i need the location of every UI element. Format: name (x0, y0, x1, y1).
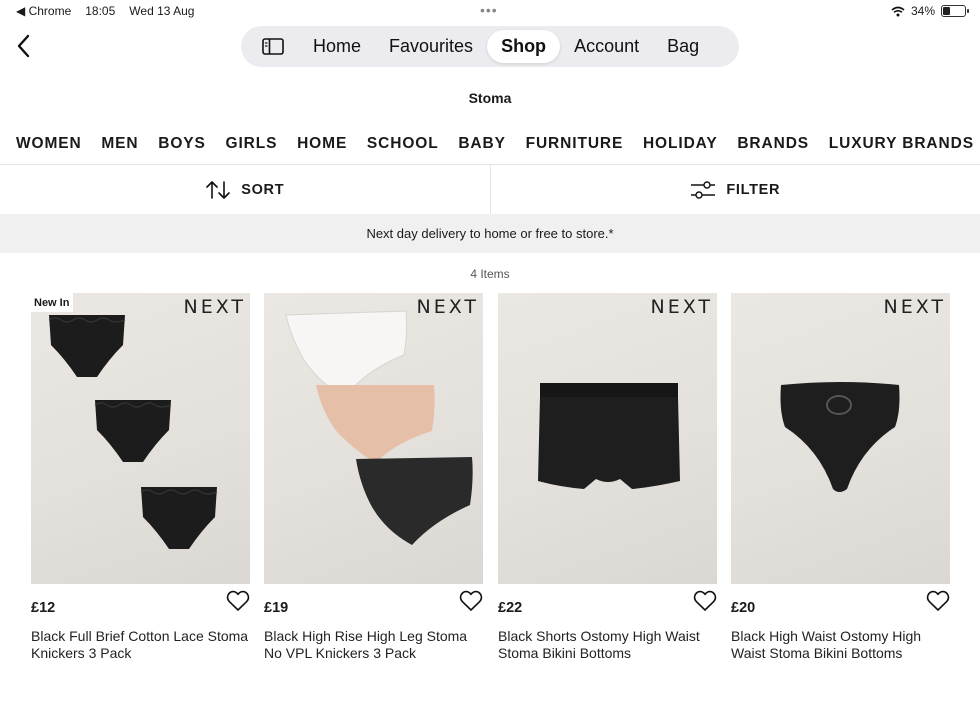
brand-logo: NEXT (883, 296, 946, 318)
product-price: £12 (31, 600, 56, 616)
item-count: 4 Items (470, 267, 510, 281)
tab-bag[interactable]: Bag (653, 30, 713, 63)
tab-account[interactable]: Account (560, 30, 653, 63)
filter-button[interactable]: FILTER (491, 165, 980, 214)
main-tab-bar: Home Favourites Shop Account Bag (241, 26, 739, 67)
product-price: £19 (264, 600, 289, 616)
product-card[interactable]: NEXT £19 Black High Rise High Leg Stoma … (264, 293, 483, 662)
heart-icon[interactable] (459, 590, 483, 612)
product-photo-shorts-bottoms (538, 383, 680, 489)
category-luxury-brands[interactable]: LUXURY BRANDS (829, 135, 974, 153)
category-home[interactable]: HOME (297, 135, 347, 153)
category-boys[interactable]: BOYS (158, 135, 206, 153)
battery-level-fill (943, 7, 950, 15)
tab-shop[interactable]: Shop (487, 30, 561, 63)
sort-label: SORT (241, 181, 285, 198)
product-image[interactable]: NEXT New In (31, 293, 250, 584)
category-school[interactable]: SCHOOL (367, 135, 439, 153)
category-baby[interactable]: BABY (458, 135, 506, 153)
category-women[interactable]: WOMEN (16, 135, 82, 153)
page-title: Stoma (468, 90, 512, 106)
brand-logo: NEXT (183, 296, 246, 318)
product-name[interactable]: Black High Waist Ostomy High Waist Stoma… (731, 628, 950, 662)
category-furniture[interactable]: FURNITURE (526, 135, 624, 153)
sidebar-icon (262, 38, 284, 55)
category-men[interactable]: MEN (101, 135, 138, 153)
battery-percent: 34% (910, 4, 935, 18)
product-name[interactable]: Black Shorts Ostomy High Waist Stoma Bik… (498, 628, 717, 662)
product-image[interactable]: NEXT (498, 293, 717, 584)
heart-icon[interactable] (226, 590, 250, 612)
product-card[interactable]: NEXT £22 Black Shorts Ostomy High Waist … (498, 293, 717, 662)
brand-logo: NEXT (650, 296, 713, 318)
status-bar: ◀ Chrome 18:05 Wed 13 Aug ••• 34% (0, 0, 980, 22)
product-card[interactable]: NEXT New In £12 Black Full Brief Cotton … (31, 293, 250, 662)
multitasking-dots-icon[interactable]: ••• (480, 2, 498, 18)
status-date: Wed 13 Aug (129, 4, 195, 18)
product-photo-full-brief-3-pack (48, 315, 218, 549)
tab-home[interactable]: Home (299, 30, 375, 63)
product-name[interactable]: Black High Rise High Leg Stoma No VPL Kn… (264, 628, 483, 662)
sort-button[interactable]: SORT (0, 165, 491, 214)
chevron-left-icon[interactable] (14, 32, 34, 60)
sort-arrows-icon (206, 180, 231, 199)
filter-label: FILTER (726, 181, 781, 198)
category-brands[interactable]: BRANDS (737, 135, 809, 153)
status-time: 18:05 (85, 4, 116, 18)
category-girls[interactable]: GIRLS (225, 135, 277, 153)
sidebar-toggle-button[interactable] (247, 30, 299, 63)
heart-icon[interactable] (693, 590, 717, 612)
delivery-banner[interactable]: Next day delivery to home or free to sto… (0, 214, 980, 253)
sliders-icon (691, 180, 716, 199)
category-nav: WOMEN MEN BOYS GIRLS HOME SCHOOL BABY FU… (16, 135, 974, 153)
tab-favourites[interactable]: Favourites (375, 30, 487, 63)
product-price: £20 (731, 600, 756, 616)
product-photo-high-leg-3-pack (285, 310, 473, 545)
product-price: £22 (498, 600, 523, 616)
wifi-icon (891, 6, 905, 16)
new-in-badge: New In (31, 293, 74, 312)
battery-icon (941, 5, 969, 17)
heart-icon[interactable] (926, 590, 950, 612)
category-holiday[interactable]: HOLIDAY (643, 135, 718, 153)
product-image[interactable]: NEXT (264, 293, 483, 584)
product-name[interactable]: Black Full Brief Cotton Lace Stoma Knick… (31, 628, 250, 662)
product-card[interactable]: NEXT £20 Black High Waist Ostomy High Wa… (731, 293, 950, 662)
back-to-app-link[interactable]: ◀ Chrome (16, 4, 71, 18)
brand-logo: NEXT (416, 296, 479, 318)
product-image[interactable]: NEXT (731, 293, 950, 584)
product-photo-high-waist-bottoms (780, 382, 900, 492)
sort-filter-bar: SORT FILTER (0, 164, 980, 214)
